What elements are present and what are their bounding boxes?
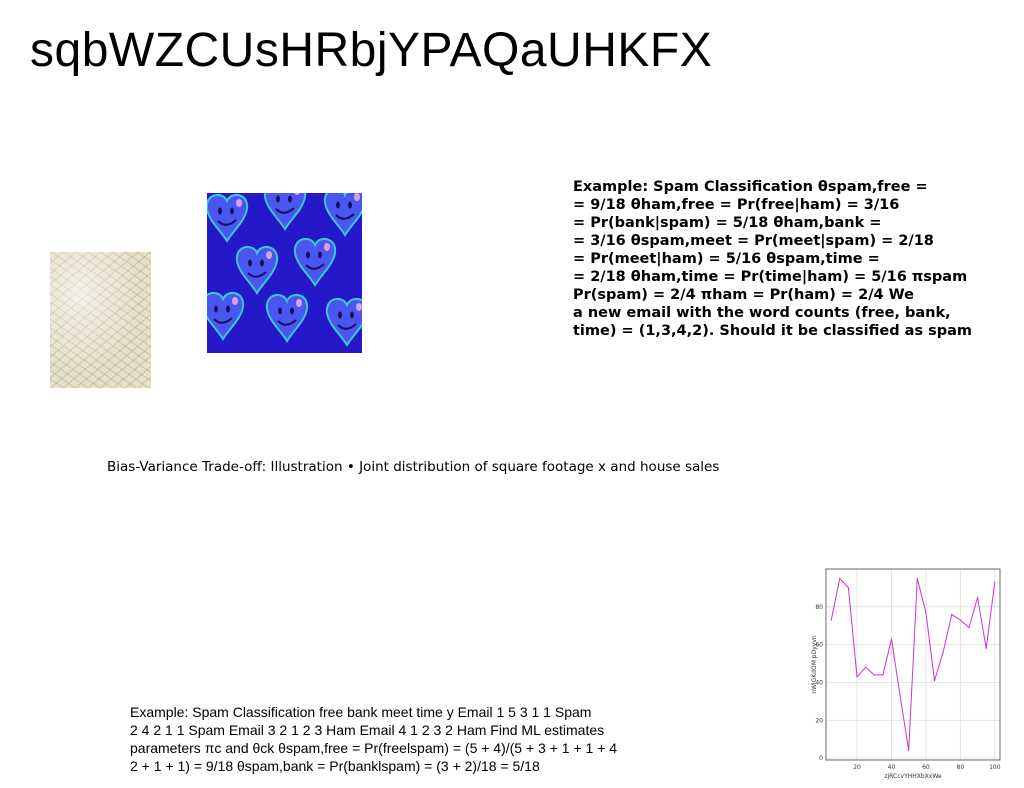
- paragraph-line: Example: Spam Classification free bank m…: [130, 704, 592, 720]
- y-tick-label: 0: [819, 755, 823, 762]
- data-point: [942, 651, 944, 653]
- x-tick-label: 80: [957, 764, 965, 771]
- smiley-hearts-pattern-image: [207, 193, 362, 353]
- x-tick-label: 100: [989, 764, 1001, 771]
- spam-example-line: = 3/16 θspam,meet = Pr(meet|spam) = 2/18: [573, 233, 934, 249]
- spam-table-paragraph: Example: Spam Classification free bank m…: [130, 703, 690, 775]
- data-point: [830, 619, 832, 621]
- net-texture-image: [50, 252, 151, 388]
- data-point: [951, 613, 953, 615]
- spam-example-block: Example: Spam Classification θspam,free …: [573, 178, 1023, 340]
- spam-example-line: time) = (1,3,4,2). Should it be classifi…: [573, 323, 973, 339]
- data-point: [916, 577, 918, 580]
- line-chart-svg: 20 40 60 80 100020406080zjRCcvYHHXbXxWenWiGK…: [811, 568, 1001, 780]
- data-point: [856, 676, 858, 678]
- data-point: [908, 749, 910, 752]
- spam-example-line: a new email with the word counts (free, …: [573, 305, 951, 321]
- paragraph-line: parameters πc and θck θspam,free = Pr(fr…: [130, 740, 618, 756]
- x-tick-label: 40: [888, 764, 896, 771]
- spam-example-line: Pr(spam) = 2/4 πham = Pr(ham) = 2/4 We: [573, 287, 914, 303]
- x-tick-label: 60: [922, 764, 930, 771]
- y-tick-label: 20: [815, 717, 823, 724]
- x-tick-label: 20: [853, 764, 861, 771]
- paragraph-line: 2 4 2 1 1 Spam Email 3 2 1 2 3 Ham Email…: [130, 722, 605, 738]
- line-chart: 20 40 60 80 100 0 20 40 60 80 zjRCcvYHHXbXxWe nWiGK…: [808, 563, 1008, 781]
- data-point: [899, 695, 901, 697]
- paragraph-line: 2 + 1 + 1) = 9/18 θspam,bank = Pr(bankls…: [130, 758, 540, 774]
- series-line: [830, 577, 996, 751]
- data-point: [985, 647, 987, 650]
- data-point: [890, 638, 893, 640]
- data-point: [865, 666, 867, 668]
- y-axis-label: nWiGKdOM pDyyvn: [811, 635, 818, 694]
- page-title: sqbWZCUsHRbjYPAQaUHKFX: [30, 24, 713, 77]
- data-point: [968, 627, 970, 629]
- spam-example-line: = 2/18 θham,time = Pr(time|ham) = 5/16 π…: [573, 269, 968, 285]
- data-point: [959, 619, 961, 621]
- data-point: [873, 674, 875, 676]
- spam-example-line: = Pr(meet|ham) = 5/16 θspam,time =: [573, 251, 880, 267]
- data-point: [994, 581, 996, 583]
- data-point: [925, 611, 927, 614]
- hearts-pattern-svg: [207, 193, 362, 346]
- y-tick-label: 80: [815, 604, 823, 611]
- data-point: [933, 679, 936, 682]
- spam-example-line: = Pr(bank|spam) = 5/18 θham,bank =: [573, 215, 882, 231]
- x-axis-label: zjRCcvYHHXbXxWe: [884, 773, 942, 780]
- spam-example-line: = 9/18 θham,free = Pr(free|ham) = 3/16: [573, 197, 900, 213]
- data-point: [977, 596, 979, 598]
- data-point: [882, 674, 884, 676]
- spam-example-line: Example: Spam Classification θspam,free …: [573, 179, 928, 195]
- data-point: [839, 577, 841, 580]
- bias-variance-caption: Bias-Variance Trade-off: Illustration • …: [107, 459, 720, 475]
- data-point: [847, 587, 849, 589]
